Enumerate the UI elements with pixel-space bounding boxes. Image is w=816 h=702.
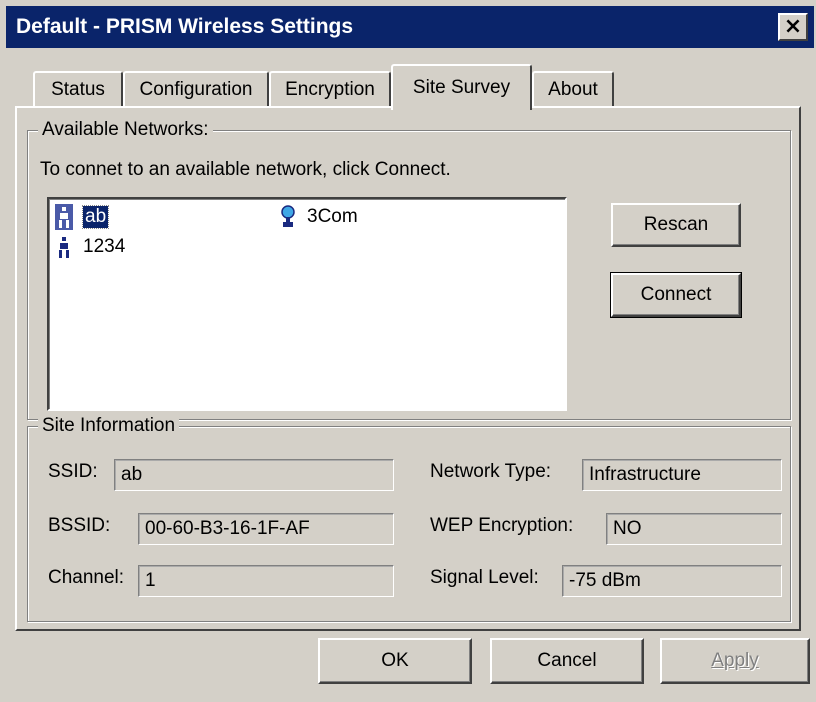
signal-level-label: Signal Level:	[430, 567, 539, 588]
ok-label: OK	[381, 650, 409, 671]
ssid-field: ab	[114, 459, 394, 491]
settings-dialog: Default - PRISM Wireless Settings × Stat…	[0, 0, 816, 702]
site-survey-panel: Available Networks: To connet to an avai…	[15, 106, 801, 631]
wep-encryption-value: NO	[613, 518, 642, 539]
signal-level-field: -75 dBm	[562, 565, 782, 597]
channel-field: 1	[138, 565, 394, 597]
cancel-button[interactable]: Cancel	[490, 638, 644, 684]
tab-about[interactable]: About	[532, 71, 614, 107]
tab-site-survey[interactable]: Site Survey	[391, 64, 532, 110]
site-information-label: Site Information	[38, 414, 180, 438]
network-item-ab[interactable]: ab	[55, 203, 110, 231]
network-item-3com[interactable]: 3Com	[279, 203, 358, 231]
cancel-label: Cancel	[537, 650, 597, 671]
network-list[interactable]: ab 1234 3Com	[47, 197, 567, 411]
network-type-label: Network Type:	[430, 461, 552, 482]
connect-label: Connect	[640, 284, 712, 305]
ssid-value: ab	[121, 464, 143, 485]
close-icon: ×	[783, 14, 803, 39]
apply-label: Apply	[711, 650, 759, 671]
tab-configuration[interactable]: Configuration	[123, 71, 269, 107]
rescan-button[interactable]: Rescan	[611, 203, 741, 247]
tab-label: Encryption	[285, 79, 375, 100]
tab-status[interactable]: Status	[33, 71, 123, 107]
adhoc-network-icon	[55, 204, 73, 230]
channel-label: Channel:	[48, 567, 125, 588]
bssid-label: BSSID:	[48, 515, 111, 536]
bssid-value: 00-60-B3-16-1F-AF	[145, 518, 310, 539]
bssid-field: 00-60-B3-16-1F-AF	[138, 513, 394, 545]
network-type-field: Infrastructure	[582, 459, 782, 491]
window-title: Default - PRISM Wireless Settings	[16, 15, 354, 38]
connect-button[interactable]: Connect	[610, 272, 742, 318]
ok-button[interactable]: OK	[318, 638, 472, 684]
tab-label: Configuration	[139, 79, 253, 100]
adhoc-network-icon	[55, 234, 73, 260]
access-point-icon	[279, 204, 297, 230]
network-ssid: ab	[81, 205, 110, 229]
channel-value: 1	[145, 570, 156, 591]
available-networks-group: Available Networks: To connet to an avai…	[27, 118, 791, 420]
network-ssid: 1234	[83, 236, 126, 257]
network-type-value: Infrastructure	[589, 464, 701, 485]
close-button[interactable]: ×	[778, 13, 808, 41]
network-ssid: 3Com	[307, 206, 358, 227]
site-information-group: Site Information SSID: ab BSSID: 00-60-B…	[27, 414, 791, 622]
wep-encryption-field: NO	[606, 513, 782, 545]
wep-encryption-label: WEP Encryption:	[430, 515, 574, 536]
ssid-label: SSID:	[48, 461, 98, 482]
available-networks-label: Available Networks:	[38, 118, 213, 142]
title-bar: Default - PRISM Wireless Settings ×	[6, 6, 814, 48]
tab-encryption[interactable]: Encryption	[269, 71, 391, 107]
apply-button[interactable]: Apply	[660, 638, 810, 684]
signal-level-value: -75 dBm	[569, 570, 641, 591]
rescan-label: Rescan	[643, 214, 709, 235]
connect-hint: To connet to an available network, click…	[40, 159, 451, 180]
tab-label: About	[548, 79, 598, 100]
tab-label: Status	[51, 79, 105, 100]
tab-label: Site Survey	[412, 77, 511, 98]
network-item-1234[interactable]: 1234	[55, 233, 125, 261]
